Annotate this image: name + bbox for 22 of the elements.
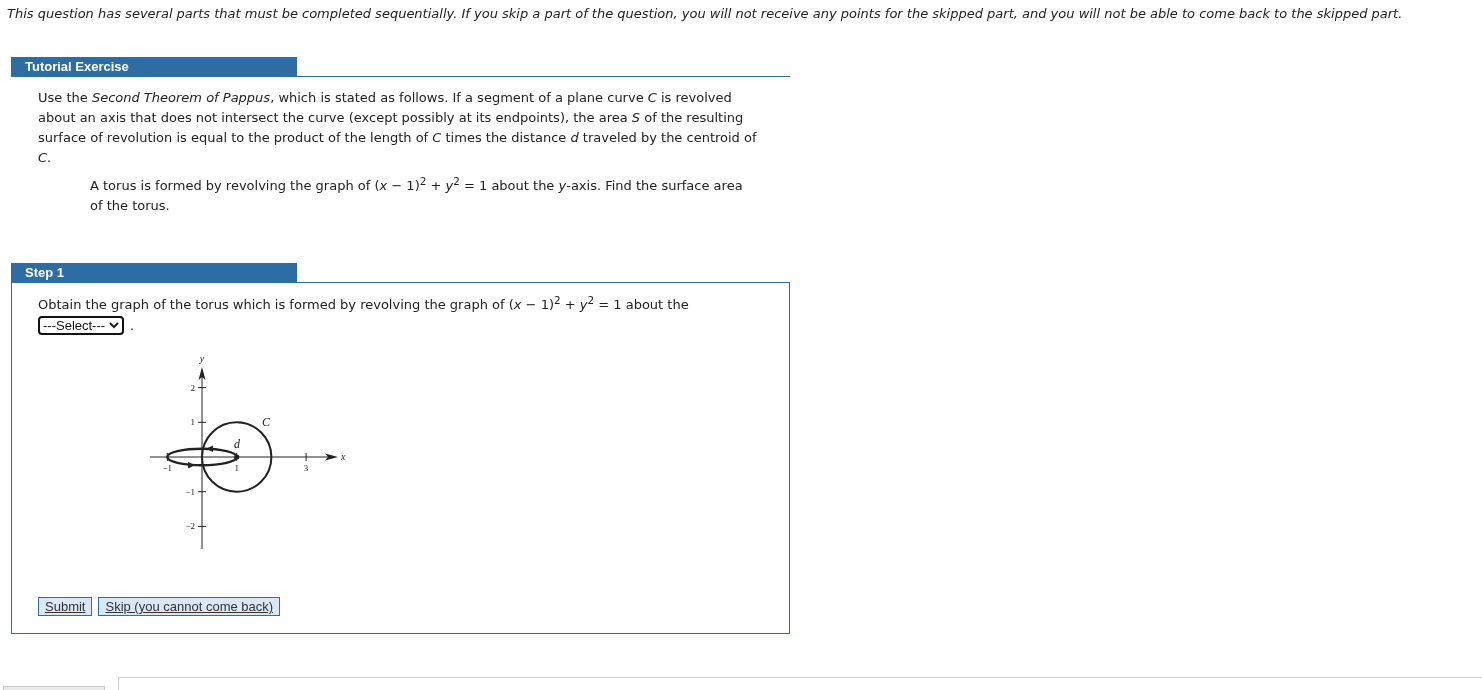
theorem-paragraph: Use the Second Theorem of Pappus, which is stated as follows. If a segment of a plane curve C is revolved about an axis that does not intersect the curve (except possibly at its endpoints), the area S of the resulting surface of revolution is equal to the product of the length of C times the distance d traveled by the centroid of C. (38, 89, 758, 167)
tick-label: 1 (190, 417, 195, 428)
tick-label: 3 (303, 463, 309, 473)
step-header: Step 1 (11, 263, 297, 282)
tick-label: −1 (162, 463, 173, 473)
axis-label: x (341, 451, 346, 462)
problem-statement: A torus is formed by revolving the graph of (x − 1)$^{2}$ + y$^{2}$ = 1 about the y-axis. Find the surface area of the torus. (90, 176, 744, 215)
action-button[interactable]: Submit (38, 597, 93, 616)
distance-label: d (234, 437, 240, 451)
tick-label: −2 (185, 521, 195, 532)
tick-label: 2 (190, 382, 195, 393)
axis-label: y (199, 353, 205, 364)
action-button[interactable]: Skip (you cannot come back) (98, 597, 281, 616)
instructions-note: This question has several parts that must be completed sequentially. If you skip a part of the question, you will not receive any points for the skipped part, and you will not be able to come back to the skipped part. (6, 5, 1404, 22)
tick-label: −1 (185, 486, 195, 497)
chevron-down-icon (109, 322, 120, 329)
section-header: Tutorial Exercise (11, 57, 297, 76)
select-dropdown[interactable]: ---Select--- (38, 316, 125, 335)
curve-label: C (262, 415, 270, 429)
step-prompt: Obtain the graph of the torus which is formed by revolving the graph of (x − 1)$^{2}$ + y$^{2}$ = 1 about the (38, 295, 690, 314)
tick-label: 1 (234, 463, 239, 473)
sentence-period: . (130, 317, 135, 335)
